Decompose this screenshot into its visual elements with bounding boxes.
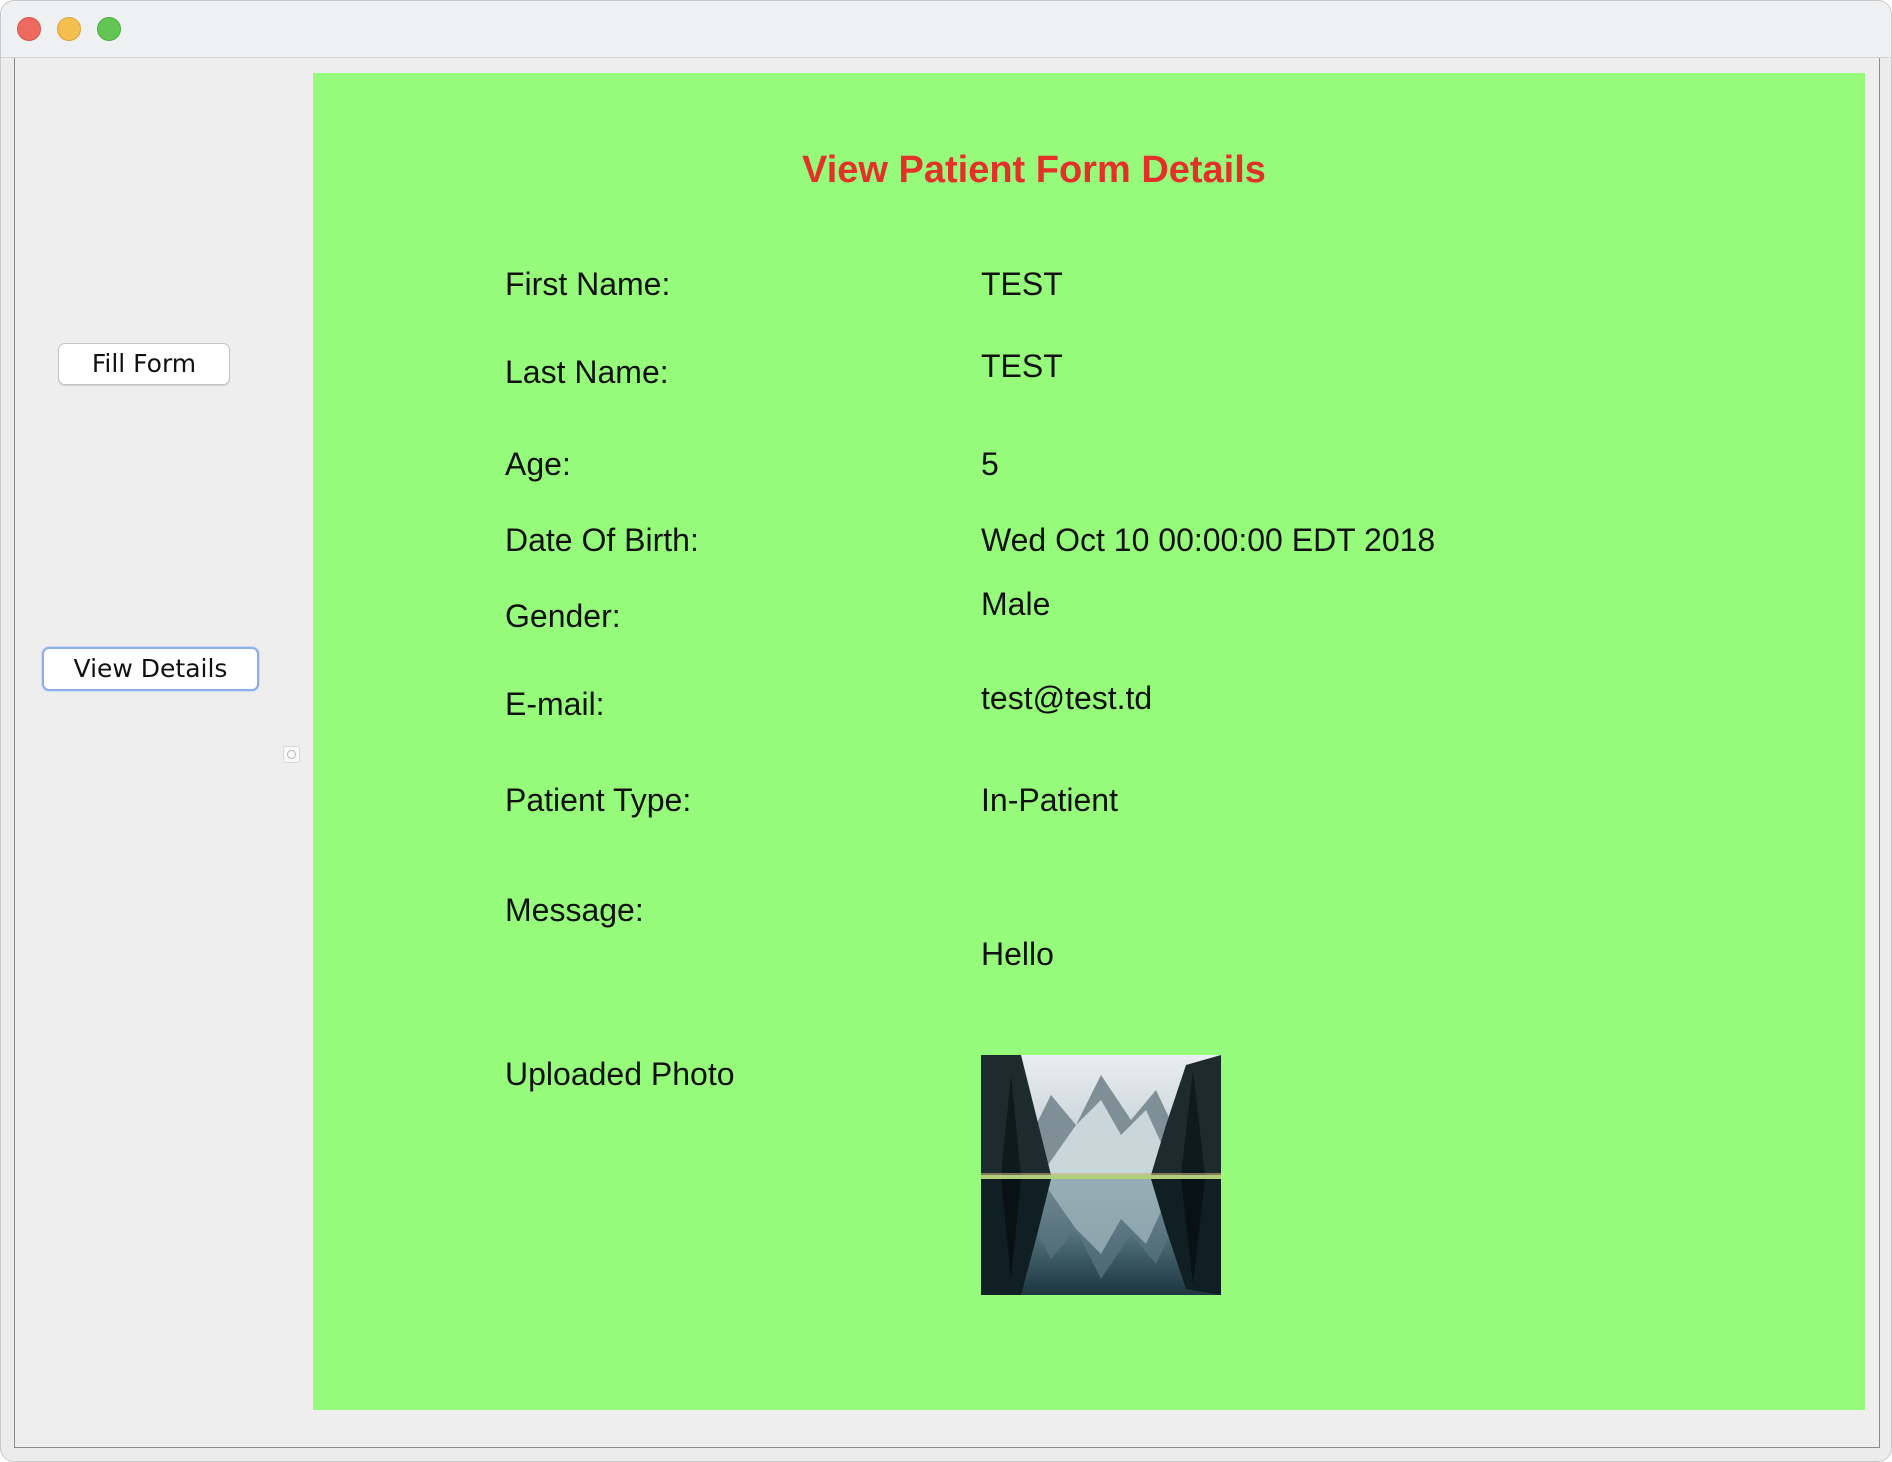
patient-type-label: Patient Type: (505, 782, 692, 818)
gender-value: Male (981, 586, 1051, 622)
gender-label: Gender: (505, 598, 621, 634)
split-pane-divider-handle[interactable] (283, 746, 300, 763)
uploaded-photo (981, 1055, 1221, 1295)
uploaded-photo-label: Uploaded Photo (505, 1056, 735, 1092)
email-value: test@test.td (981, 680, 1153, 716)
last-name-value: TEST (981, 348, 1063, 384)
patient-type-value: In-Patient (981, 782, 1118, 818)
message-label: Message: (505, 892, 644, 928)
app-window: Fill Form View Details View Patient Form… (0, 0, 1892, 1462)
dob-value: Wed Oct 10 00:00:00 EDT 2018 (981, 522, 1436, 558)
dob-label: Date Of Birth: (505, 522, 699, 558)
fill-form-button[interactable]: Fill Form (58, 343, 230, 385)
title-bar (1, 1, 1891, 58)
age-value: 5 (981, 446, 999, 482)
page-title: View Patient Form Details (802, 149, 1266, 191)
minimize-icon[interactable] (57, 17, 81, 41)
zoom-icon[interactable] (97, 17, 121, 41)
age-label: Age: (505, 446, 571, 482)
message-value: Hello (981, 936, 1054, 972)
close-icon[interactable] (17, 17, 41, 41)
first-name-label: First Name: (505, 266, 671, 302)
email-label: E-mail: (505, 686, 605, 722)
view-details-button[interactable]: View Details (42, 647, 259, 691)
first-name-value: TEST (981, 266, 1063, 302)
last-name-label: Last Name: (505, 354, 669, 390)
